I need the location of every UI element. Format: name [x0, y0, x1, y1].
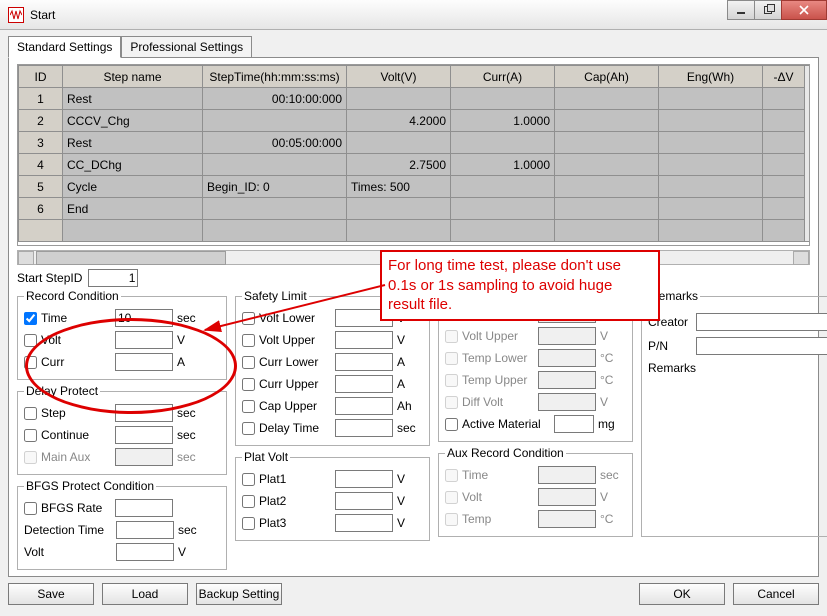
remarks-group: Remarks Creator P/N Remarks	[641, 289, 827, 537]
start-stepid-label: Start StepID	[17, 271, 82, 285]
close-button[interactable]	[781, 0, 827, 20]
cancel-button[interactable]: Cancel	[733, 583, 819, 605]
ok-button[interactable]: OK	[639, 583, 725, 605]
maximize-button[interactable]	[754, 0, 782, 20]
safety2-templower-input	[538, 349, 596, 367]
safety-currupper-check[interactable]	[242, 378, 255, 391]
delay-mainaux-input	[115, 448, 173, 466]
safety-delaytime-input[interactable]	[335, 419, 393, 437]
safety2-templower-check	[445, 352, 458, 365]
delay-step-input[interactable]	[115, 404, 173, 422]
record-curr-check[interactable]	[24, 356, 37, 369]
annotation-callout: For long time test, please don't use 0.1…	[380, 250, 660, 321]
tab-standard-settings[interactable]: Standard Settings	[8, 36, 121, 58]
record-volt-check[interactable]	[24, 334, 37, 347]
client-area: Standard Settings Professional Settings …	[0, 30, 827, 616]
tab-professional-settings[interactable]: Professional Settings	[121, 36, 252, 58]
table-row: 1Rest00:10:00:000	[19, 88, 811, 110]
record-curr-input[interactable]	[115, 353, 173, 371]
aux-volt-input	[538, 488, 596, 506]
start-window: Start Standard Settings Professional Set…	[0, 0, 827, 616]
col-curr[interactable]: Curr(A)	[451, 66, 555, 88]
col-eng[interactable]: Eng(Wh)	[659, 66, 763, 88]
aux-temp-input	[538, 510, 596, 528]
safety-capupper-input[interactable]	[335, 397, 393, 415]
col-dv[interactable]: -ΔV	[763, 66, 805, 88]
col-stepname[interactable]: Step name	[63, 66, 203, 88]
table-row: 2CCCV_Chg4.20001.0000	[19, 110, 811, 132]
safety-voltupper-check[interactable]	[242, 334, 255, 347]
safety-voltlower-check[interactable]	[242, 312, 255, 325]
delay-continue-input[interactable]	[115, 426, 173, 444]
plat3-input[interactable]	[335, 514, 393, 532]
bfgs-volt-input[interactable]	[116, 543, 174, 561]
plat1-check[interactable]	[242, 473, 255, 486]
col-steptime[interactable]: StepTime(hh:mm:ss:ms)	[203, 66, 347, 88]
plat1-input[interactable]	[335, 470, 393, 488]
record-time-input[interactable]	[115, 309, 173, 327]
bfgs-detection-input[interactable]	[116, 521, 174, 539]
delay-mainaux-check	[24, 451, 37, 464]
aux-temp-check	[445, 513, 458, 526]
step-table: ID Step name StepTime(hh:mm:ss:ms) Volt(…	[17, 64, 810, 246]
active-material-check[interactable]	[445, 418, 458, 431]
table-row: 4CC_DChg2.75001.0000	[19, 154, 811, 176]
safety2-voltupper-input	[538, 327, 596, 345]
safety2-diffvolt-check	[445, 396, 458, 409]
save-button[interactable]: Save	[8, 583, 94, 605]
plat2-check[interactable]	[242, 495, 255, 508]
plat-volt-group: Plat Volt Plat1V Plat2V Plat3V	[235, 450, 430, 541]
minimize-button[interactable]	[727, 0, 755, 20]
titlebar: Start	[0, 0, 827, 30]
safety-currupper-input[interactable]	[335, 375, 393, 393]
window-title: Start	[30, 8, 55, 22]
col-volt[interactable]: Volt(V)	[347, 66, 451, 88]
plat3-check[interactable]	[242, 517, 255, 530]
delay-protect-group: Delay Protect Stepsec Continuesec Main A…	[17, 384, 227, 475]
bfgs-rate-input[interactable]	[115, 499, 173, 517]
active-material-input[interactable]	[554, 415, 594, 433]
aux-time-input	[538, 466, 596, 484]
bfgs-group: BFGS Protect Condition BFGS Rate Detecti…	[17, 479, 227, 570]
table-row	[19, 220, 811, 242]
aux-time-check	[445, 469, 458, 482]
aux-record-group: Aux Record Condition Timesec VoltV Temp°…	[438, 446, 633, 537]
start-stepid-input[interactable]	[88, 269, 138, 287]
load-button[interactable]: Load	[102, 583, 188, 605]
record-volt-input[interactable]	[115, 331, 173, 349]
plat2-input[interactable]	[335, 492, 393, 510]
table-row: 6End	[19, 198, 811, 220]
safety2-tempupper-check	[445, 374, 458, 387]
table-row: 5CycleBegin_ID: 0Times: 500	[19, 176, 811, 198]
table-row: 3Rest00:05:00:000	[19, 132, 811, 154]
safety-capupper-check[interactable]	[242, 400, 255, 413]
safety-delaytime-check[interactable]	[242, 422, 255, 435]
bfgs-rate-check[interactable]	[24, 502, 37, 515]
vertical-scrollbar[interactable]	[805, 66, 811, 242]
safety2-diffvolt-input	[538, 393, 596, 411]
col-cap[interactable]: Cap(Ah)	[555, 66, 659, 88]
safety-voltupper-input[interactable]	[335, 331, 393, 349]
record-time-check[interactable]	[24, 312, 37, 325]
backup-setting-button[interactable]: Backup Setting	[196, 583, 282, 605]
safety-currlower-input[interactable]	[335, 353, 393, 371]
col-id[interactable]: ID	[19, 66, 63, 88]
safety-currlower-check[interactable]	[242, 356, 255, 369]
app-icon	[8, 7, 24, 23]
delay-step-check[interactable]	[24, 407, 37, 420]
creator-input[interactable]	[696, 313, 827, 331]
pn-input[interactable]	[696, 337, 827, 355]
aux-volt-check	[445, 491, 458, 504]
record-condition-group: Record Condition Timesec VoltV CurrA	[17, 289, 227, 380]
safety2-tempupper-input	[538, 371, 596, 389]
safety2-voltupper-check	[445, 330, 458, 343]
delay-continue-check[interactable]	[24, 429, 37, 442]
